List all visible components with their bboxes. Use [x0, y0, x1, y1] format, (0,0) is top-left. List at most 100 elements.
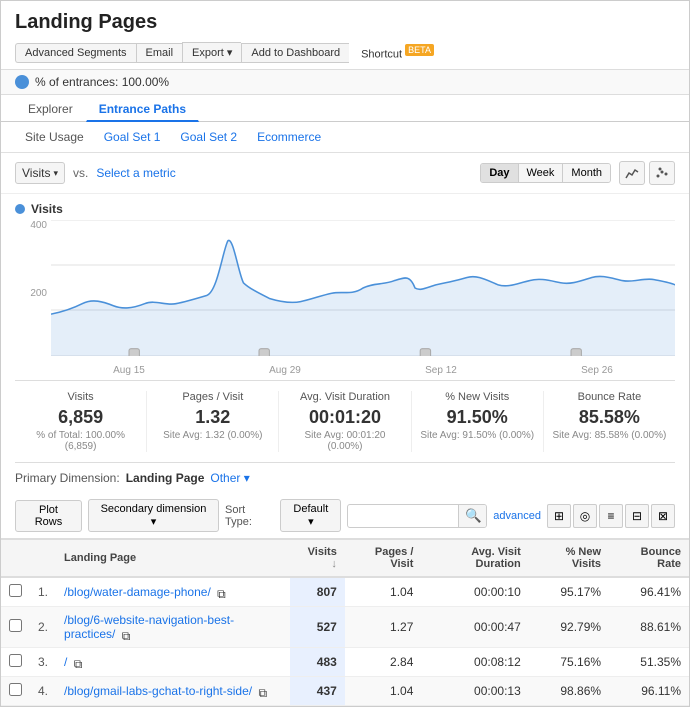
row-pages-visit: 1.27 — [345, 607, 422, 648]
x-label-aug29: Aug 29 — [269, 365, 301, 376]
row-num: 3. — [30, 648, 56, 677]
x-label-aug15: Aug 15 — [113, 365, 145, 376]
subtab-goal-set1[interactable]: Goal Set 1 — [94, 126, 171, 148]
external-link-icon[interactable]: ⧉ — [217, 587, 229, 599]
shortcut-button[interactable]: Shortcut BETA — [361, 45, 434, 61]
row-pct-new: 95.17% — [529, 577, 609, 607]
th-avg-duration[interactable]: Avg. Visit Duration — [421, 540, 528, 578]
stat-pages-visit-sub: Site Avg: 1.32 (0.00%) — [155, 430, 270, 441]
segment-circle-icon — [15, 75, 29, 89]
search-icon-button[interactable]: 🔍 — [458, 505, 487, 527]
plot-rows-button[interactable]: Plot Rows — [15, 500, 82, 532]
primary-dim-value: Landing Page — [126, 471, 205, 485]
stat-avg-duration-sub: Site Avg: 00:01:20 (0.00%) — [287, 430, 402, 452]
export-button[interactable]: Export ▾ — [182, 42, 241, 63]
day-week-month-toggle: Day Week Month — [480, 163, 611, 183]
landing-page-link[interactable]: /blog/gmail-labs-gchat-to-right-side/ — [64, 684, 252, 698]
add-dashboard-button[interactable]: Add to Dashboard — [241, 43, 349, 63]
table-row: 2. /blog/6-website-navigation-best-pract… — [1, 607, 689, 648]
advanced-segments-button[interactable]: Advanced Segments — [15, 43, 136, 63]
stat-visits-label: Visits — [23, 391, 138, 403]
row-checkbox-cell — [1, 607, 30, 648]
external-link-icon[interactable]: ⧉ — [74, 657, 86, 669]
scatter-chart-icon-btn[interactable] — [649, 161, 675, 185]
tab-explorer[interactable]: Explorer — [15, 95, 86, 122]
subtab-ecommerce[interactable]: Ecommerce — [247, 126, 331, 148]
stat-new-visits-value: 91.50% — [420, 407, 535, 428]
page-title: Landing Pages — [15, 11, 675, 34]
stat-bounce-rate-sub: Site Avg: 85.58% (0.00%) — [552, 430, 667, 441]
landing-page-link[interactable]: /blog/water-damage-phone/ — [64, 585, 211, 599]
chart-svg-container: 400 200 — [15, 220, 675, 380]
chart-svg-wrapper — [51, 220, 675, 356]
tab-entrance-paths[interactable]: Entrance Paths — [86, 95, 199, 122]
row-num: 2. — [30, 607, 56, 648]
table-header-row: Landing Page Visits ↓ Pages / Visit Avg.… — [1, 540, 689, 578]
row-pages-visit: 1.04 — [345, 577, 422, 607]
select-metric-link[interactable]: Select a metric — [96, 166, 175, 180]
pivot-view-button[interactable]: ⊟ — [625, 504, 649, 528]
page-header: Landing Pages Advanced Segments Email Ex… — [1, 1, 689, 70]
row-checkbox[interactable] — [9, 683, 22, 696]
line-chart-icon-btn[interactable] — [619, 161, 645, 185]
row-visits: 483 — [290, 648, 345, 677]
th-pages-visit[interactable]: Pages / Visit — [345, 540, 422, 578]
chart-view-icons — [619, 161, 675, 185]
primary-dim-other[interactable]: Other ▾ — [210, 471, 249, 485]
external-link-icon[interactable]: ⧉ — [122, 629, 134, 641]
sort-label: Sort Type: — [225, 504, 274, 528]
stat-visits-value: 6,859 — [23, 407, 138, 428]
th-visits[interactable]: Visits ↓ — [290, 540, 345, 578]
search-input[interactable] — [348, 507, 458, 525]
month-button[interactable]: Month — [563, 164, 610, 182]
row-pages-visit: 2.84 — [345, 648, 422, 677]
th-new-visits[interactable]: % New Visits — [529, 540, 609, 578]
row-num: 4. — [30, 677, 56, 706]
stat-pages-visit-label: Pages / Visit — [155, 391, 270, 403]
day-button[interactable]: Day — [481, 164, 518, 182]
term-cloud-button[interactable]: ⊠ — [651, 504, 675, 528]
sort-type-dropdown[interactable]: Default ▾ — [280, 499, 341, 532]
row-bounce-rate: 51.35% — [609, 648, 689, 677]
chart-legend-label: Visits — [31, 202, 63, 216]
row-landing-page: /blog/6-website-navigation-best-practice… — [56, 607, 290, 648]
subtab-site-usage[interactable]: Site Usage — [15, 126, 94, 148]
filter-row: Plot Rows Secondary dimension ▾ Sort Typ… — [1, 493, 689, 539]
row-checkbox[interactable] — [9, 619, 22, 632]
email-button[interactable]: Email — [136, 43, 183, 63]
th-bounce-rate[interactable]: Bounce Rate — [609, 540, 689, 578]
row-checkbox-cell — [1, 577, 30, 607]
x-label-sep26: Sep 26 — [581, 365, 613, 376]
row-checkbox[interactable] — [9, 654, 22, 667]
week-button[interactable]: Week — [519, 164, 564, 182]
tabs-row: Explorer Entrance Paths — [1, 95, 689, 122]
row-checkbox[interactable] — [9, 584, 22, 597]
row-num: 1. — [30, 577, 56, 607]
external-link-icon[interactable]: ⧉ — [258, 686, 270, 698]
vs-label: vs. — [73, 166, 88, 180]
advanced-link[interactable]: advanced — [493, 510, 541, 522]
primary-dim-label: Primary Dimension: — [15, 471, 120, 485]
row-avg-duration: 00:08:12 — [421, 648, 528, 677]
landing-page-link[interactable]: / — [64, 655, 67, 669]
view-icons: ⊞ ◎ ≡ ⊟ ⊠ — [547, 504, 675, 528]
stat-new-visits: % New Visits 91.50% Site Avg: 91.50% (0.… — [412, 391, 544, 452]
table-row: 3. / ⧉ 483 2.84 00:08:12 75.16% 51.35% — [1, 648, 689, 677]
comparison-view-button[interactable]: ≡ — [599, 504, 623, 528]
chart-legend: Visits — [15, 202, 675, 216]
page-container: Landing Pages Advanced Segments Email Ex… — [0, 0, 690, 707]
row-checkbox-cell — [1, 677, 30, 706]
stat-bounce-rate-label: Bounce Rate — [552, 391, 667, 403]
th-checkbox — [1, 540, 30, 578]
grid-view-button[interactable]: ⊞ — [547, 504, 571, 528]
x-label-sep12: Sep 12 — [425, 365, 457, 376]
th-num — [30, 540, 56, 578]
visits-dropdown[interactable]: Visits ▾ — [15, 162, 65, 184]
visits-dropdown-arrow: ▾ — [53, 168, 58, 179]
pie-view-button[interactable]: ◎ — [573, 504, 597, 528]
row-bounce-rate: 96.11% — [609, 677, 689, 706]
secondary-dimension-dropdown[interactable]: Secondary dimension ▾ — [88, 499, 219, 532]
stat-avg-duration-value: 00:01:20 — [287, 407, 402, 428]
landing-page-link[interactable]: /blog/6-website-navigation-best-practice… — [64, 613, 234, 641]
subtab-goal-set2[interactable]: Goal Set 2 — [170, 126, 247, 148]
